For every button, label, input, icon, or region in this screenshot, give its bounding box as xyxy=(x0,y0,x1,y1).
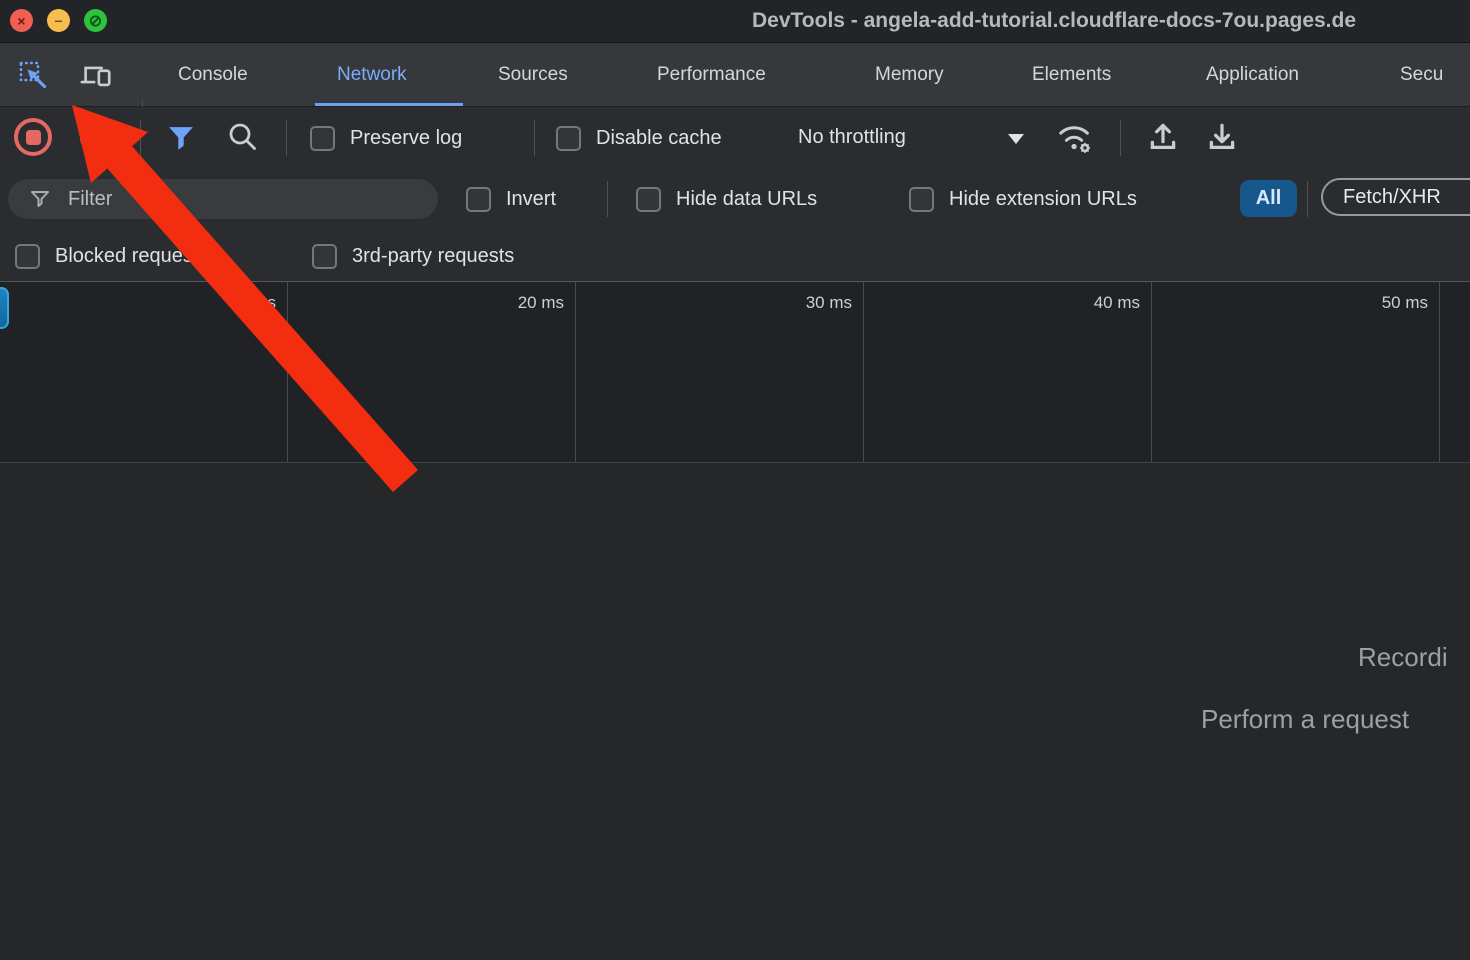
waterfall-column: 40 ms xyxy=(864,282,1152,462)
export-har-icon xyxy=(1205,119,1239,153)
edge-indicator xyxy=(0,287,9,329)
checkbox-label: Invert xyxy=(506,188,556,211)
title-bar: × − ⊘ DevTools - angela-add-tutorial.clo… xyxy=(0,0,1470,43)
filter-funnel-icon xyxy=(168,126,194,150)
export-har-button[interactable] xyxy=(1205,120,1239,152)
waterfall-column: 10 ms xyxy=(0,282,288,462)
traffic-close-button[interactable]: × xyxy=(10,9,33,32)
waterfall-tick: 50 ms xyxy=(1382,293,1428,313)
checkbox-box xyxy=(15,244,40,269)
request-filters-row: Blocked requests 3rd-party requests xyxy=(0,229,1470,281)
divider xyxy=(607,181,608,217)
devtools-window: × − ⊘ DevTools - angela-add-tutorial.clo… xyxy=(0,0,1470,960)
invert-checkbox[interactable]: Invert xyxy=(466,187,556,212)
network-conditions-button[interactable] xyxy=(1052,121,1098,153)
active-tab-underline xyxy=(315,103,463,106)
divider xyxy=(140,120,141,156)
divider xyxy=(534,120,535,156)
checkbox-box xyxy=(636,187,661,212)
search-icon xyxy=(227,121,259,153)
tab-performance[interactable]: Performance xyxy=(657,43,766,106)
tab-network[interactable]: Network xyxy=(337,43,407,106)
preserve-log-checkbox[interactable]: Preserve log xyxy=(310,126,462,151)
throttling-select[interactable]: No throttling xyxy=(798,107,906,168)
filter-funnel-icon xyxy=(30,190,50,208)
traffic-close-icon: × xyxy=(17,13,25,29)
waterfall-column: 50 ms xyxy=(1152,282,1440,462)
device-toolbar-icon xyxy=(79,60,113,90)
tab-strip: Console Network Sources Performance Memo… xyxy=(0,43,1470,107)
checkbox-box xyxy=(310,126,335,151)
checkbox-label: Hide data URLs xyxy=(676,188,817,211)
hide-extension-urls-checkbox[interactable]: Hide extension URLs xyxy=(909,187,1137,212)
waterfall-tick: 10 ms xyxy=(230,293,276,313)
device-toolbar-button[interactable] xyxy=(79,59,113,91)
tab-sources[interactable]: Sources xyxy=(498,43,568,106)
blocked-requests-checkbox[interactable]: Blocked requests xyxy=(15,244,208,269)
third-party-requests-checkbox[interactable]: 3rd-party requests xyxy=(312,244,514,269)
waterfall-column: 30 ms xyxy=(576,282,864,462)
tab-memory[interactable]: Memory xyxy=(875,43,944,106)
waterfall-header: 10 ms 20 ms 30 ms 40 ms 50 ms xyxy=(0,281,1470,463)
tab-security[interactable]: Secu xyxy=(1400,43,1443,106)
checkbox-label: Preserve log xyxy=(350,127,462,150)
filter-type-all-button[interactable]: All xyxy=(1240,180,1297,217)
tab-console[interactable]: Console xyxy=(178,43,248,106)
filter-bar: Invert Hide data URLs Hide extension URL… xyxy=(0,168,1470,229)
hide-data-urls-checkbox[interactable]: Hide data URLs xyxy=(636,187,817,212)
traffic-minimize-button[interactable]: − xyxy=(47,9,70,32)
checkbox-box xyxy=(909,187,934,212)
checkbox-label: Blocked requests xyxy=(55,245,208,268)
waterfall-tick: 30 ms xyxy=(806,293,852,313)
checkbox-label: Hide extension URLs xyxy=(949,188,1137,211)
network-toolbars: Preserve log Disable cache No throttling xyxy=(0,107,1470,281)
filter-field[interactable] xyxy=(8,179,438,219)
divider xyxy=(1307,181,1308,217)
import-har-button[interactable] xyxy=(1146,120,1180,152)
disable-cache-checkbox[interactable]: Disable cache xyxy=(556,126,722,151)
traffic-minimize-icon: − xyxy=(54,13,62,29)
window-title: DevTools - angela-add-tutorial.cloudflar… xyxy=(752,0,1356,42)
record-button[interactable] xyxy=(14,118,52,156)
dropdown-arrow-icon[interactable] xyxy=(1008,134,1024,144)
divider xyxy=(1120,120,1121,156)
waterfall-tick: 40 ms xyxy=(1094,293,1140,313)
network-toolbar: Preserve log Disable cache No throttling xyxy=(0,107,1470,168)
search-button[interactable] xyxy=(226,121,260,153)
clear-button[interactable] xyxy=(80,120,114,154)
network-conditions-icon xyxy=(1052,118,1098,156)
waterfall-column: 20 ms xyxy=(288,282,576,462)
tab-elements[interactable]: Elements xyxy=(1032,43,1111,106)
divider xyxy=(286,120,287,156)
tab-application[interactable]: Application xyxy=(1206,43,1299,106)
filter-type-fetch-xhr-button[interactable]: Fetch/XHR xyxy=(1321,178,1470,216)
checkbox-label: Disable cache xyxy=(596,127,722,150)
traffic-zoom-button[interactable]: ⊘ xyxy=(84,9,107,32)
filter-toggle-button[interactable] xyxy=(164,122,198,154)
checkbox-box xyxy=(466,187,491,212)
inspect-button[interactable] xyxy=(16,59,50,91)
checkbox-box xyxy=(556,126,581,151)
checkbox-label: 3rd-party requests xyxy=(352,245,514,268)
traffic-zoom-icon: ⊘ xyxy=(89,11,102,31)
empty-state-line1: Recordi xyxy=(1358,642,1448,673)
filter-input[interactable] xyxy=(66,187,390,212)
waterfall-tick: 20 ms xyxy=(518,293,564,313)
empty-state-line2: Perform a request xyxy=(1201,704,1409,735)
checkbox-box xyxy=(312,244,337,269)
import-har-icon xyxy=(1146,119,1180,153)
inspect-icon xyxy=(18,60,48,90)
